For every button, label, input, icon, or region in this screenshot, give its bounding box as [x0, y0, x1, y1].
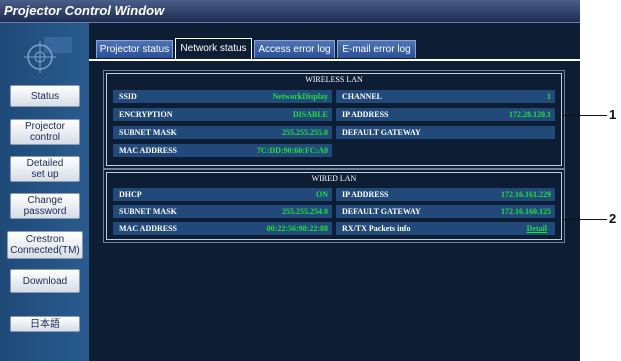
tab-bar: Projector status Network status Access e… — [89, 35, 580, 61]
callout-number-2: 2 — [609, 211, 617, 226]
wireless-gateway-label: DEFAULT GATEWAY — [342, 128, 421, 137]
packets-detail-link[interactable]: Detail — [527, 222, 547, 235]
tab-projector-status[interactable]: Projector status — [96, 40, 173, 58]
tab-email-error-log[interactable]: E-mail error log — [337, 40, 416, 58]
wireless-ip-row: IP ADDRESS 172.28.120.1 — [336, 108, 555, 121]
wired-ip-label: IP ADDRESS — [342, 190, 389, 199]
wireless-ip-value: 172.28.120.1 — [509, 110, 551, 119]
callout-line-2 — [563, 219, 607, 220]
wireless-encryption-row: ENCRYPTION DISABLE — [113, 108, 332, 121]
wired-lan-title: WIRED LAN — [311, 174, 357, 183]
wired-subnet-value: 255.255.254.0 — [282, 207, 328, 216]
sidebar-projector-control-button[interactable]: Projector control — [10, 119, 80, 145]
wireless-gateway-row: DEFAULT GATEWAY — [336, 126, 555, 139]
callout-line-1 — [563, 115, 607, 116]
sidebar-crestron-button[interactable]: Crestron Connected(TM) — [7, 231, 83, 259]
wired-gateway-row: DEFAULT GATEWAY 172.16.160.125 — [336, 205, 555, 218]
ssid-value: NetworkDisplay — [272, 92, 328, 101]
wired-dhcp-row: DHCP ON — [113, 188, 332, 201]
tab-access-error-log[interactable]: Access error log — [254, 40, 335, 58]
wireless-channel-row: CHANNEL 1 — [336, 90, 555, 103]
wireless-ip-label: IP ADDRESS — [342, 110, 389, 119]
ssid-label: SSID — [119, 92, 137, 101]
wired-gateway-label: DEFAULT GATEWAY — [342, 207, 421, 216]
projector-control-window: Projector Control Window Status Projecto… — [0, 0, 580, 361]
sidebar: Status Projector control Detailed set up… — [0, 23, 89, 361]
wireless-lan-panel: WIRELESS LAN SSID NetworkDisplay CHANNEL… — [103, 70, 565, 169]
packets-label: RX/TX Packets info — [342, 224, 411, 233]
sidebar-status-button[interactable]: Status — [10, 85, 80, 107]
wired-packets-row: RX/TX Packets info Detail — [336, 222, 555, 235]
main-content: Projector status Network status Access e… — [89, 23, 580, 361]
encryption-value: DISABLE — [292, 110, 328, 119]
title-bar: Projector Control Window — [0, 0, 580, 23]
wireless-subnet-label: SUBNET MASK — [119, 128, 177, 137]
wireless-mac-label: MAC ADDRESS — [119, 146, 178, 155]
wired-mac-row: MAC ADDRESS 00:22:56:98:22:88 — [113, 222, 332, 235]
dhcp-value: ON — [316, 190, 328, 199]
wired-lan-panel: WIRED LAN DHCP ON IP ADDRESS 172.16.161.… — [103, 169, 565, 243]
wired-subnet-row: SUBNET MASK 255.255.254.0 — [113, 205, 332, 218]
wired-ip-value: 172.16.161.229 — [501, 190, 551, 199]
channel-label: CHANNEL — [342, 92, 383, 101]
wired-subnet-label: SUBNET MASK — [119, 207, 177, 216]
channel-value: 1 — [547, 92, 551, 101]
window-title: Projector Control Window — [4, 3, 165, 18]
wireless-lan-title: WIRELESS LAN — [305, 75, 363, 84]
wired-ip-row: IP ADDRESS 172.16.161.229 — [336, 188, 555, 201]
wireless-ssid-row: SSID NetworkDisplay — [113, 90, 332, 103]
tab-network-status[interactable]: Network status — [175, 38, 252, 59]
wired-mac-value: 00:22:56:98:22:88 — [266, 224, 328, 233]
wired-mac-label: MAC ADDRESS — [119, 224, 178, 233]
wireless-mac-row: MAC ADDRESS 7C:DD:90:60:FC:A0 — [113, 144, 332, 157]
encryption-label: ENCRYPTION — [119, 110, 173, 119]
wired-gateway-value: 172.16.160.125 — [501, 207, 551, 216]
wireless-subnet-row: SUBNET MASK 255.255.255.0 — [113, 126, 332, 139]
callout-number-1: 1 — [609, 107, 617, 122]
dhcp-label: DHCP — [119, 190, 142, 199]
wireless-subnet-value: 255.255.255.0 — [282, 128, 328, 137]
sidebar-japanese-button[interactable]: 日本語 — [10, 316, 80, 332]
sidebar-change-password-button[interactable]: Change password — [10, 193, 80, 219]
sidebar-download-button[interactable]: Download — [10, 269, 80, 293]
wireless-mac-value: 7C:DD:90:60:FC:A0 — [256, 146, 328, 155]
crosshair-logo-icon — [24, 37, 72, 73]
sidebar-detailed-setup-button[interactable]: Detailed set up — [10, 156, 80, 182]
